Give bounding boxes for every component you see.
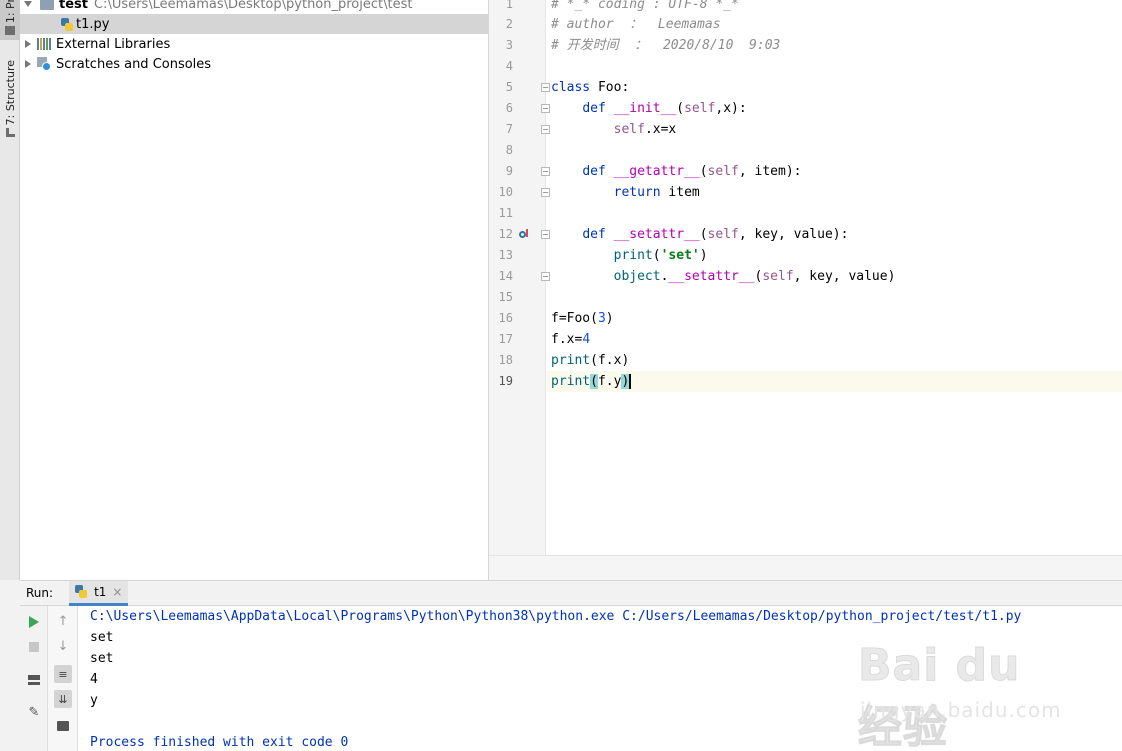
console-exit-line: Process finished with exit code 0 — [90, 735, 349, 750]
run-toolbar-primary: ✎ — [20, 606, 48, 751]
line-number: 12 — [498, 227, 513, 241]
code-line: f=Foo(3) — [551, 311, 614, 326]
arrow-up-icon: ↑ — [57, 613, 69, 629]
code-line: class Foo: — [551, 80, 630, 95]
folder-icon — [40, 0, 54, 10]
print-button[interactable] — [53, 716, 73, 736]
code-line-comment: # author ： Leemamas — [551, 17, 721, 32]
watermark-url: jingyan.baidu.com — [860, 698, 1062, 722]
chevron-right-icon[interactable] — [25, 60, 31, 68]
scratches-icon — [37, 57, 51, 71]
code-line: self.x=x — [613, 122, 677, 137]
scroll-to-end-icon: ⇊ — [54, 690, 72, 708]
code-line: f.x=4 — [551, 332, 591, 347]
code-line: return item — [613, 185, 700, 200]
restore-layout-button[interactable] — [24, 670, 44, 690]
run-panel-header: Run: t1 × — [20, 580, 1122, 606]
python-run-icon — [75, 585, 88, 598]
watermark-logo: Bai du 经验 — [858, 640, 1021, 751]
code-editor[interactable]: 1 2 3 4 5 6 7 8 9 10 11 12 13 14 15 16 1… — [489, 0, 1122, 580]
line-number: 1 — [505, 0, 513, 11]
line-number: 5 — [505, 80, 513, 94]
line-number: 18 — [498, 353, 513, 367]
folder-icon — [5, 26, 15, 36]
code-line: object.__setattr__(self, key, value) — [613, 269, 896, 284]
structure-icon — [5, 128, 15, 138]
chevron-right-icon[interactable] — [25, 40, 31, 48]
line-number: 3 — [505, 38, 513, 52]
pin-tab-button[interactable]: ✎ — [24, 702, 44, 722]
line-number: 15 — [498, 290, 513, 304]
arrow-down-icon: ↓ — [57, 638, 69, 654]
line-number: 8 — [505, 143, 513, 157]
library-icon — [37, 38, 51, 50]
tree-root-path: C:\Users\Leemamas\Desktop\python_project… — [93, 0, 413, 12]
tree-root-name: test — [59, 0, 88, 12]
python-file-icon — [61, 17, 73, 31]
scroll-down-button[interactable]: ↓ — [53, 636, 73, 656]
line-number: 14 — [498, 269, 513, 283]
console-output-line: y — [90, 693, 98, 708]
code-line-comment: # 开发时间 ： 2020/8/10 9:03 — [551, 38, 781, 53]
scroll-up-button[interactable]: ↑ — [53, 611, 73, 631]
play-icon — [29, 616, 39, 628]
tree-item-file[interactable]: t1.py — [20, 14, 489, 34]
baidu-jingyan-watermark: Bai du 经验 jingyan.baidu.com — [858, 640, 1068, 751]
line-number: 6 — [505, 101, 513, 115]
scroll-to-end-button[interactable]: ⇊ — [53, 689, 73, 709]
soft-wrap-icon: ≡ — [54, 665, 72, 683]
code-line-comment: # *_* coding : UTF-8 *_* — [551, 0, 739, 12]
pin-icon: ✎ — [28, 704, 40, 720]
stop-button[interactable] — [24, 637, 44, 657]
console-output-line: 4 — [90, 672, 98, 687]
chevron-down-icon[interactable] — [24, 1, 32, 7]
rerun-button[interactable] — [24, 612, 44, 632]
project-tree-panel: test C:\Users\Leemamas\Desktop\python_pr… — [20, 0, 489, 580]
text-caret — [629, 374, 632, 389]
tree-item-root[interactable]: test C:\Users\Leemamas\Desktop\python_pr… — [20, 0, 489, 14]
line-number: 11 — [498, 206, 513, 220]
run-tab-t1[interactable]: t1 × — [69, 580, 129, 606]
run-toolbar-secondary: ↑ ↓ ≡ ⇊ — [48, 606, 78, 751]
line-number: 16 — [498, 311, 513, 325]
code-area[interactable]: # *_* coding : UTF-8 *_* # author ： Leem… — [547, 0, 1122, 555]
close-icon[interactable]: × — [112, 585, 122, 599]
line-number: 9 — [505, 164, 513, 178]
layout-icon — [28, 675, 40, 685]
line-number-current: 19 — [498, 374, 513, 388]
console-output-line: set — [90, 630, 114, 645]
stop-icon — [29, 642, 39, 652]
code-line: print('set') — [613, 248, 708, 263]
tool-window-strip: 1: Pr 7: Structure — [0, 0, 20, 580]
tree-item-scratches[interactable]: Scratches and Consoles — [20, 54, 489, 74]
tree-external-libraries-label: External Libraries — [56, 36, 171, 52]
print-icon — [57, 721, 69, 731]
tree-item-external-libraries[interactable]: External Libraries — [20, 34, 489, 54]
line-number: 17 — [498, 332, 513, 346]
line-number: 2 — [505, 17, 513, 31]
code-line: def __getattr__(self, item): — [582, 164, 802, 179]
project-tool-tab-label: 1: Pr — [3, 0, 17, 24]
tree-scratches-label: Scratches and Consoles — [56, 56, 212, 72]
console-command-line: C:\Users\Leemamas\AppData\Local\Programs… — [90, 609, 1022, 624]
line-number: 7 — [505, 122, 513, 136]
code-line: def __init__(self,x): — [582, 101, 747, 116]
code-line-current: print(f.y) — [547, 371, 1122, 392]
line-number: 13 — [498, 248, 513, 262]
tree-file-name: t1.py — [76, 16, 110, 32]
editor-breadcrumb-bar — [489, 555, 1122, 580]
project-tool-tab[interactable]: 1: Pr — [0, 0, 20, 40]
run-tab-label: t1 — [94, 584, 107, 599]
line-number: 10 — [498, 185, 513, 199]
structure-tool-tab-label: 7: Structure — [3, 60, 17, 126]
console-output-line: set — [90, 651, 114, 666]
override-marker-icon[interactable] — [519, 229, 529, 239]
code-line: def __setattr__(self, key, value): — [582, 227, 849, 242]
code-line: print(f.x) — [551, 353, 630, 368]
structure-tool-tab[interactable]: 7: Structure — [0, 60, 20, 138]
line-number: 4 — [505, 59, 513, 73]
run-panel-title: Run: — [26, 586, 54, 600]
editor-gutter: 1 2 3 4 5 6 7 8 9 10 11 12 13 14 15 16 1… — [489, 0, 550, 555]
soft-wrap-button[interactable]: ≡ — [53, 664, 73, 684]
